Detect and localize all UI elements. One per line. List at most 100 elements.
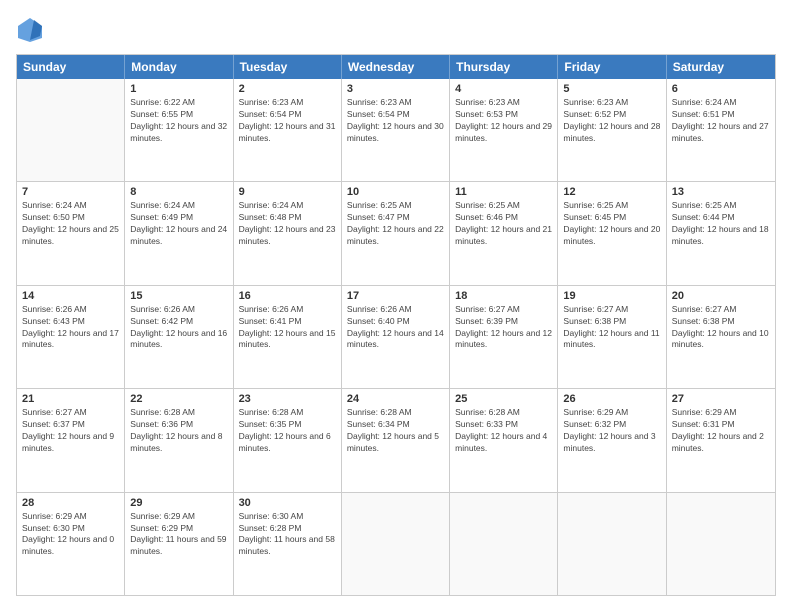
day-info: Sunrise: 6:24 AMSunset: 6:49 PMDaylight:… (130, 200, 227, 248)
calendar-cell: 27 Sunrise: 6:29 AMSunset: 6:31 PMDayligh… (667, 389, 775, 491)
day-info: Sunrise: 6:24 AMSunset: 6:51 PMDaylight:… (672, 97, 770, 145)
calendar-cell: 8 Sunrise: 6:24 AMSunset: 6:49 PMDaylight… (125, 182, 233, 284)
day-info: Sunrise: 6:24 AMSunset: 6:48 PMDaylight:… (239, 200, 336, 248)
day-info: Sunrise: 6:28 AMSunset: 6:34 PMDaylight:… (347, 407, 444, 455)
day-info: Sunrise: 6:23 AMSunset: 6:53 PMDaylight:… (455, 97, 552, 145)
header (16, 16, 776, 44)
page: SundayMondayTuesdayWednesdayThursdayFrid… (0, 0, 792, 612)
calendar-cell (17, 79, 125, 181)
day-info: Sunrise: 6:24 AMSunset: 6:50 PMDaylight:… (22, 200, 119, 248)
day-number: 12 (563, 186, 660, 198)
calendar-cell: 20 Sunrise: 6:27 AMSunset: 6:38 PMDayligh… (667, 286, 775, 388)
calendar-cell: 30 Sunrise: 6:30 AMSunset: 6:28 PMDayligh… (234, 493, 342, 595)
calendar-header: SundayMondayTuesdayWednesdayThursdayFrid… (17, 55, 775, 79)
day-info: Sunrise: 6:27 AMSunset: 6:37 PMDaylight:… (22, 407, 119, 455)
day-info: Sunrise: 6:29 AMSunset: 6:30 PMDaylight:… (22, 511, 119, 559)
day-number: 3 (347, 83, 444, 95)
calendar-week-row: 1 Sunrise: 6:22 AMSunset: 6:55 PMDaylight… (17, 79, 775, 182)
day-number: 9 (239, 186, 336, 198)
day-number: 29 (130, 497, 227, 509)
day-info: Sunrise: 6:22 AMSunset: 6:55 PMDaylight:… (130, 97, 227, 145)
calendar-cell: 28 Sunrise: 6:29 AMSunset: 6:30 PMDayligh… (17, 493, 125, 595)
calendar-cell: 1 Sunrise: 6:22 AMSunset: 6:55 PMDaylight… (125, 79, 233, 181)
calendar-cell: 21 Sunrise: 6:27 AMSunset: 6:37 PMDayligh… (17, 389, 125, 491)
day-number: 10 (347, 186, 444, 198)
day-info: Sunrise: 6:27 AMSunset: 6:39 PMDaylight:… (455, 304, 552, 352)
day-number: 22 (130, 393, 227, 405)
cal-header-day: Friday (558, 55, 666, 79)
day-number: 16 (239, 290, 336, 302)
calendar-week-row: 14 Sunrise: 6:26 AMSunset: 6:43 PMDayligh… (17, 286, 775, 389)
day-number: 20 (672, 290, 770, 302)
day-number: 23 (239, 393, 336, 405)
day-number: 30 (239, 497, 336, 509)
day-info: Sunrise: 6:23 AMSunset: 6:54 PMDaylight:… (239, 97, 336, 145)
day-number: 24 (347, 393, 444, 405)
day-number: 5 (563, 83, 660, 95)
day-info: Sunrise: 6:25 AMSunset: 6:47 PMDaylight:… (347, 200, 444, 248)
cal-header-day: Wednesday (342, 55, 450, 79)
day-number: 25 (455, 393, 552, 405)
calendar-cell: 23 Sunrise: 6:28 AMSunset: 6:35 PMDayligh… (234, 389, 342, 491)
calendar-week-row: 28 Sunrise: 6:29 AMSunset: 6:30 PMDayligh… (17, 493, 775, 595)
day-info: Sunrise: 6:25 AMSunset: 6:44 PMDaylight:… (672, 200, 770, 248)
day-info: Sunrise: 6:23 AMSunset: 6:54 PMDaylight:… (347, 97, 444, 145)
day-number: 7 (22, 186, 119, 198)
calendar-cell (450, 493, 558, 595)
day-number: 2 (239, 83, 336, 95)
day-number: 14 (22, 290, 119, 302)
day-number: 27 (672, 393, 770, 405)
calendar-cell (667, 493, 775, 595)
cal-header-day: Thursday (450, 55, 558, 79)
day-number: 28 (22, 497, 119, 509)
day-number: 1 (130, 83, 227, 95)
calendar: SundayMondayTuesdayWednesdayThursdayFrid… (16, 54, 776, 596)
day-info: Sunrise: 6:26 AMSunset: 6:41 PMDaylight:… (239, 304, 336, 352)
calendar-cell: 12 Sunrise: 6:25 AMSunset: 6:45 PMDayligh… (558, 182, 666, 284)
day-info: Sunrise: 6:28 AMSunset: 6:33 PMDaylight:… (455, 407, 552, 455)
day-number: 21 (22, 393, 119, 405)
day-number: 6 (672, 83, 770, 95)
day-info: Sunrise: 6:29 AMSunset: 6:29 PMDaylight:… (130, 511, 227, 559)
calendar-cell: 19 Sunrise: 6:27 AMSunset: 6:38 PMDayligh… (558, 286, 666, 388)
day-info: Sunrise: 6:26 AMSunset: 6:42 PMDaylight:… (130, 304, 227, 352)
calendar-cell: 2 Sunrise: 6:23 AMSunset: 6:54 PMDaylight… (234, 79, 342, 181)
day-info: Sunrise: 6:29 AMSunset: 6:31 PMDaylight:… (672, 407, 770, 455)
cal-header-day: Saturday (667, 55, 775, 79)
day-number: 8 (130, 186, 227, 198)
calendar-cell: 4Sunrise: 6:23 AMSunset: 6:53 PMDaylight… (450, 79, 558, 181)
cal-header-day: Monday (125, 55, 233, 79)
day-number: 13 (672, 186, 770, 198)
day-info: Sunrise: 6:23 AMSunset: 6:52 PMDaylight:… (563, 97, 660, 145)
day-number: 26 (563, 393, 660, 405)
day-number: 11 (455, 186, 552, 198)
calendar-cell: 26 Sunrise: 6:29 AMSunset: 6:32 PMDayligh… (558, 389, 666, 491)
day-info: Sunrise: 6:25 AMSunset: 6:45 PMDaylight:… (563, 200, 660, 248)
day-info: Sunrise: 6:27 AMSunset: 6:38 PMDaylight:… (672, 304, 770, 352)
day-number: 15 (130, 290, 227, 302)
logo (16, 16, 48, 44)
day-info: Sunrise: 6:26 AMSunset: 6:43 PMDaylight:… (22, 304, 119, 352)
calendar-cell: 18Sunrise: 6:27 AMSunset: 6:39 PMDayligh… (450, 286, 558, 388)
day-info: Sunrise: 6:28 AMSunset: 6:35 PMDaylight:… (239, 407, 336, 455)
calendar-cell: 9 Sunrise: 6:24 AMSunset: 6:48 PMDaylight… (234, 182, 342, 284)
calendar-cell: 11Sunrise: 6:25 AMSunset: 6:46 PMDayligh… (450, 182, 558, 284)
calendar-body: 1 Sunrise: 6:22 AMSunset: 6:55 PMDaylight… (17, 79, 775, 595)
calendar-cell: 15 Sunrise: 6:26 AMSunset: 6:42 PMDayligh… (125, 286, 233, 388)
calendar-cell: 22Sunrise: 6:28 AMSunset: 6:36 PMDayligh… (125, 389, 233, 491)
day-info: Sunrise: 6:30 AMSunset: 6:28 PMDaylight:… (239, 511, 336, 559)
cal-header-day: Tuesday (234, 55, 342, 79)
calendar-cell: 13 Sunrise: 6:25 AMSunset: 6:44 PMDayligh… (667, 182, 775, 284)
calendar-cell: 7 Sunrise: 6:24 AMSunset: 6:50 PMDaylight… (17, 182, 125, 284)
calendar-cell: 6 Sunrise: 6:24 AMSunset: 6:51 PMDaylight… (667, 79, 775, 181)
day-info: Sunrise: 6:27 AMSunset: 6:38 PMDaylight:… (563, 304, 660, 352)
calendar-cell: 29 Sunrise: 6:29 AMSunset: 6:29 PMDayligh… (125, 493, 233, 595)
calendar-cell: 25 Sunrise: 6:28 AMSunset: 6:33 PMDayligh… (450, 389, 558, 491)
calendar-cell: 24 Sunrise: 6:28 AMSunset: 6:34 PMDayligh… (342, 389, 450, 491)
calendar-cell (342, 493, 450, 595)
day-number: 19 (563, 290, 660, 302)
day-info: Sunrise: 6:29 AMSunset: 6:32 PMDaylight:… (563, 407, 660, 455)
calendar-cell: 10 Sunrise: 6:25 AMSunset: 6:47 PMDayligh… (342, 182, 450, 284)
calendar-week-row: 7 Sunrise: 6:24 AMSunset: 6:50 PMDaylight… (17, 182, 775, 285)
calendar-cell: 14 Sunrise: 6:26 AMSunset: 6:43 PMDayligh… (17, 286, 125, 388)
